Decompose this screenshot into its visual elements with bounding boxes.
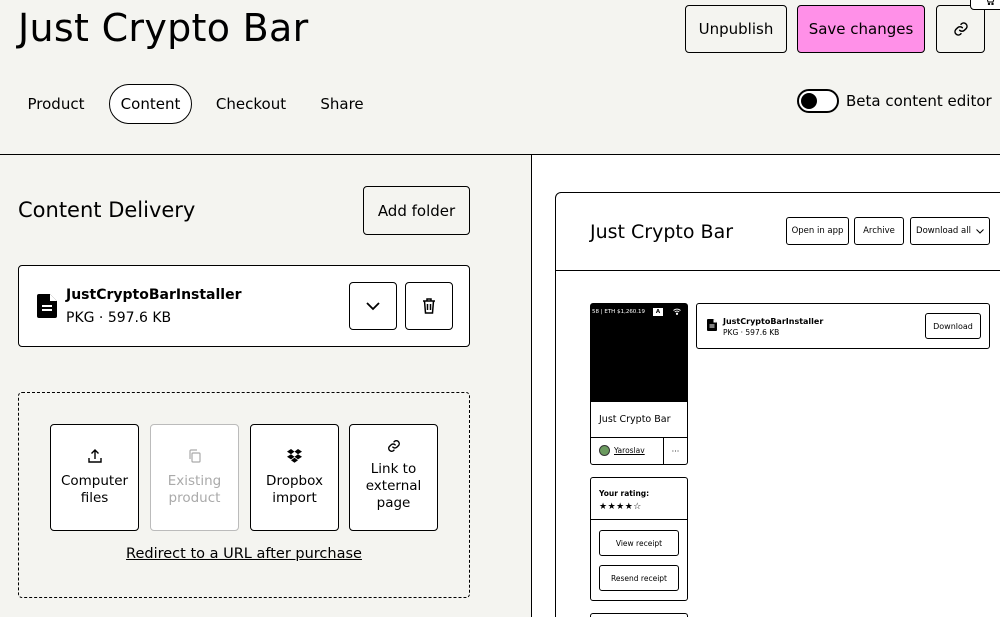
more-options-button[interactable]: ··· — [664, 438, 687, 465]
rating-divider — [591, 519, 687, 520]
preview-card: Just Crypto Bar Open in app Archive Down… — [555, 192, 1000, 617]
computer-files-label: Computer files — [60, 473, 129, 506]
file-name: JustCryptoBarInstaller — [66, 287, 242, 303]
save-changes-button[interactable]: Save changes — [797, 5, 925, 53]
preview-file-name: JustCryptoBarInstaller — [723, 317, 824, 326]
trash-icon — [423, 298, 435, 314]
existing-product-button: Existing product — [150, 424, 239, 531]
view-receipt-button[interactable]: View receipt — [599, 530, 679, 556]
delete-file-button[interactable] — [405, 282, 453, 330]
dropbox-icon — [287, 449, 302, 463]
cart-button[interactable] — [970, 0, 1000, 10]
beta-editor-label: Beta content editor — [846, 92, 992, 110]
file-card: JustCryptoBarInstaller PKG · 597.6 KB — [18, 265, 470, 347]
status-badge: A — [653, 308, 663, 316]
unpublish-button[interactable]: Unpublish — [685, 5, 787, 53]
cart-icon — [986, 0, 995, 5]
next-card — [590, 613, 688, 617]
existing-product-label: Existing product — [167, 473, 222, 506]
download-button[interactable]: Download — [925, 313, 981, 339]
chevron-down-icon — [976, 228, 984, 234]
copy-link-button[interactable] — [936, 5, 985, 53]
download-all-button[interactable]: Download all — [910, 217, 990, 245]
toggle-knob — [801, 93, 817, 109]
computer-files-button[interactable]: Computer files — [50, 424, 139, 531]
product-name: Just Crypto Bar — [599, 414, 671, 425]
tab-product[interactable]: Product — [18, 84, 94, 124]
file-icon — [37, 294, 57, 318]
external-link-label: Link to external page — [365, 461, 422, 511]
seller-link[interactable]: Yaroslav — [614, 446, 645, 455]
preview-file-row: JustCryptoBarInstaller PKG · 597.6 KB Do… — [696, 303, 990, 349]
rating-stars[interactable]: ★★★★☆ — [599, 502, 642, 512]
product-thumbnail: 58 | ETH $1,260.19 A — [591, 304, 687, 402]
preview-header-divider — [556, 270, 1000, 271]
preview-product-card: 58 | ETH $1,260.19 A Just Crypto Bar Yar… — [590, 303, 688, 465]
copy-icon — [188, 449, 201, 463]
archive-button[interactable]: Archive — [854, 217, 904, 245]
status-text: 58 | ETH $1,260.19 — [592, 309, 646, 315]
redirect-url-link[interactable]: Redirect to a URL after purchase — [19, 546, 469, 562]
preview-file-meta: PKG · 597.6 KB — [723, 328, 780, 337]
pane-divider — [531, 154, 532, 617]
upload-icon — [87, 449, 102, 463]
add-folder-button[interactable]: Add folder — [363, 186, 470, 235]
dropbox-import-label: Dropbox import — [266, 473, 323, 506]
link-icon — [953, 22, 968, 36]
link-icon — [387, 440, 400, 452]
beta-editor-toggle[interactable] — [797, 89, 839, 113]
external-link-button[interactable]: Link to external page — [349, 424, 438, 531]
dropbox-import-button[interactable]: Dropbox import — [250, 424, 339, 531]
rating-label: Your rating: — [599, 489, 650, 498]
resend-receipt-button[interactable]: Resend receipt — [599, 565, 679, 591]
upload-drop-zone[interactable]: Computer files Existing product Dropbox … — [18, 392, 470, 598]
wifi-icon — [673, 308, 681, 315]
tab-content[interactable]: Content — [109, 84, 192, 124]
file-icon — [707, 319, 717, 331]
chevron-down-icon — [366, 301, 380, 310]
expand-file-button[interactable] — [349, 282, 397, 330]
download-all-label: Download all — [916, 226, 971, 236]
open-in-app-button[interactable]: Open in app — [786, 217, 849, 245]
thumbnail-status-bar: 58 | ETH $1,260.19 A — [591, 306, 687, 318]
page-title: Just Crypto Bar — [18, 6, 309, 50]
tab-share[interactable]: Share — [310, 84, 374, 124]
rating-card: Your rating: ★★★★☆ View receipt Resend r… — [590, 477, 688, 601]
avatar — [599, 445, 610, 456]
tab-checkout[interactable]: Checkout — [206, 84, 296, 124]
file-meta: PKG · 597.6 KB — [66, 310, 172, 326]
preview-title: Just Crypto Bar — [590, 221, 734, 243]
section-title: Content Delivery — [18, 198, 196, 222]
